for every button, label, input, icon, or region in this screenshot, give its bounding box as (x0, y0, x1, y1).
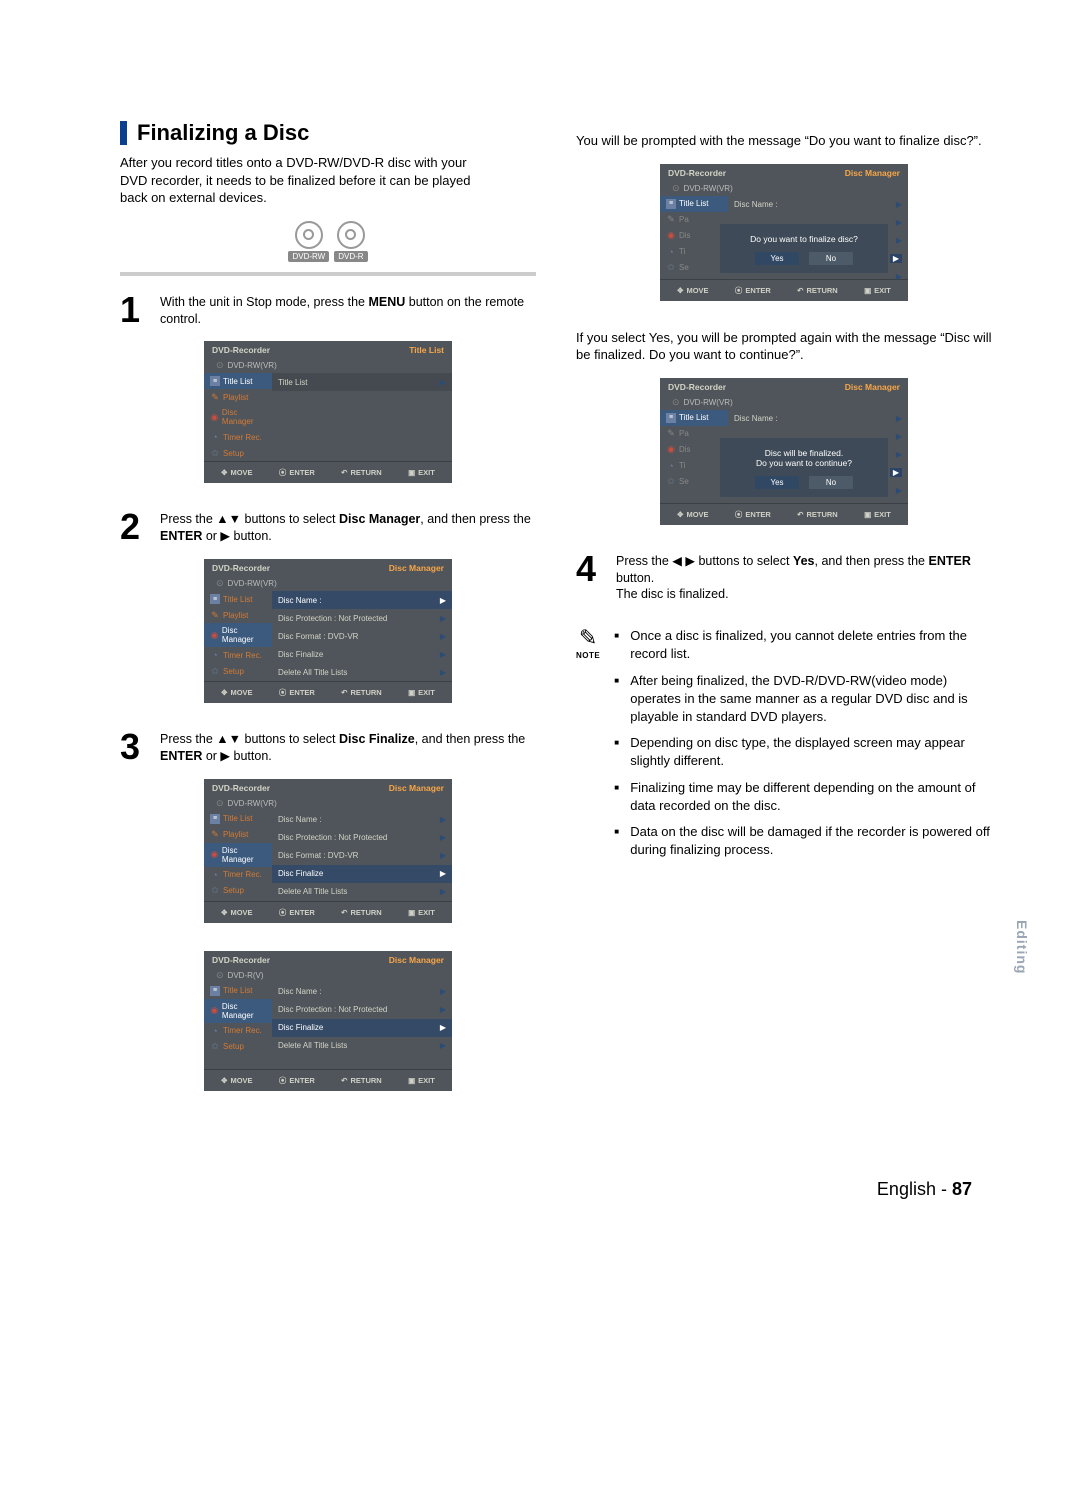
menu-row-disc-finalize: Disc Finalize▶ (272, 645, 452, 663)
menu-row-delete-all: Delete All Title Lists▶ (272, 883, 452, 901)
page-footer: English - 87 (120, 1179, 992, 1200)
step-1-number: 1 (120, 294, 150, 328)
section-title-bar (120, 121, 127, 145)
sidebar-item-setup: ✿Setup (204, 1039, 272, 1055)
menu-row-disc-protection: Disc Protection : Not Protected▶ (272, 609, 452, 627)
ui-screenshot-disc-finalize-rw: DVD-RecorderDisc Manager DVD-RW(VR) ≡Tit… (204, 779, 452, 923)
sidebar-item-title-list: ≡Title List (204, 811, 272, 827)
sidebar-item-title-list: ≡Title List (660, 196, 728, 212)
step-4: 4 Press the ◀ ▶ buttons to select Yes, a… (576, 553, 992, 604)
menu-row-disc-name: Disc Name :▶ (728, 410, 908, 428)
note-item: Once a disc is finalized, you cannot del… (614, 627, 992, 663)
ui-screenshot-disc-manager: DVD-RecorderDisc Manager DVD-RW(VR) ≡Tit… (204, 559, 452, 703)
note-item: Finalizing time may be different dependi… (614, 779, 992, 815)
disc-rw-label: DVD-RW (288, 251, 329, 262)
sidebar-item-timer-rec: ◔Timer Rec. (204, 1023, 272, 1039)
menu-row-delete-all: Delete All Title Lists▶ (272, 1037, 452, 1055)
sidebar-item-timer-rec: ◔Timer Rec. (204, 867, 272, 883)
note-item: After being finalized, the DVD-R/DVD-RW(… (614, 672, 992, 727)
ui-screenshot-title-list: DVD-RecorderTitle List DVD-RW(VR) ≡Title… (204, 341, 452, 483)
section-divider (120, 272, 536, 276)
sidebar-item-dis: ◉Dis (660, 228, 728, 244)
sidebar-item-title-list: ≡Title List (204, 591, 272, 607)
sidebar-item-playlist: ✎Playlist (204, 827, 272, 843)
sidebar-item-disc-manager: ◉Disc Manager (204, 843, 272, 867)
sidebar-item-disc-manager: ◉Disc Manager (204, 623, 272, 647)
right-col-para-1: You will be prompted with the message “D… (576, 132, 992, 150)
menu-row-title-list: Title List▶ (272, 373, 452, 391)
sidebar-item-dis: ◉Dis (660, 442, 728, 458)
sidebar-item-ti: ◔Ti (660, 244, 728, 260)
menu-row-disc-name: Disc Name :▶ (272, 983, 452, 1001)
sidebar-item-setup: ✿Setup (204, 883, 272, 899)
ui-screenshot-finalize-continue: DVD-RecorderDisc Manager DVD-RW(VR) ≡Tit… (660, 378, 908, 525)
section-title-text: Finalizing a Disc (137, 120, 309, 146)
menu-row-disc-protection: Disc Protection : Not Protected▶ (272, 1001, 452, 1019)
disc-r-label: DVD-R (334, 251, 367, 262)
menu-row-delete-all: Delete All Title Lists▶ (272, 663, 452, 681)
sidebar-item-title-list: ≡Title List (204, 983, 272, 999)
step-3-text: Press the ▲▼ buttons to select Disc Fina… (160, 731, 536, 765)
menu-row-disc-format: Disc Format : DVD-VR▶ (272, 847, 452, 865)
step-2-number: 2 (120, 511, 150, 545)
step-1: 1 With the unit in Stop mode, press the … (120, 294, 536, 328)
disc-r-icon (337, 221, 365, 249)
note-label: NOTE (576, 651, 600, 660)
note-icon: ✎ (576, 627, 600, 649)
sidebar-item-setup: ✿Setup (204, 663, 272, 679)
ui-screenshot-finalize-confirm: DVD-RecorderDisc Manager DVD-RW(VR) ≡Tit… (660, 164, 908, 301)
menu-row-disc-format: Disc Format : DVD-VR▶ (272, 627, 452, 645)
disc-badges: DVD-RW DVD-R (120, 221, 536, 262)
sidebar-item-title-list: ≡Title List (660, 410, 728, 426)
menu-row-disc-name: Disc Name :▶ (728, 196, 908, 214)
sidebar-item-pa: ✎Pa (660, 212, 728, 228)
menu-row-disc-name: Disc Name :▶ (272, 811, 452, 829)
sidebar-item-se: ✿Se (660, 260, 728, 276)
step-3: 3 Press the ▲▼ buttons to select Disc Fi… (120, 731, 536, 765)
sidebar-item-playlist: ✎Playlist (204, 607, 272, 623)
step-2-text: Press the ▲▼ buttons to select Disc Mana… (160, 511, 536, 545)
ui-screenshot-disc-finalize-r: DVD-RecorderDisc Manager DVD-R(V) ≡Title… (204, 951, 452, 1091)
sidebar-item-disc-manager: ◉Disc Manager (204, 405, 272, 429)
sidebar-item-playlist: ✎Playlist (204, 389, 272, 405)
note-block: ✎ NOTE Once a disc is finalized, you can… (576, 627, 992, 867)
step-1-text: With the unit in Stop mode, press the ME… (160, 294, 536, 328)
side-tab-editing: Editing (1014, 920, 1030, 974)
right-col-para-2: If you select Yes, you will be prompted … (576, 329, 992, 364)
disc-rw-icon (295, 221, 323, 249)
sidebar-item-timer-rec: ◔Timer Rec. (204, 647, 272, 663)
sidebar-item-pa: ✎Pa (660, 426, 728, 442)
step-3-number: 3 (120, 731, 150, 765)
menu-row-disc-finalize: Disc Finalize▶ (272, 865, 452, 883)
note-item: Data on the disc will be damaged if the … (614, 823, 992, 859)
menu-row-disc-protection: Disc Protection : Not Protected▶ (272, 829, 452, 847)
step-2: 2 Press the ▲▼ buttons to select Disc Ma… (120, 511, 536, 545)
menu-row-disc-finalize: Disc Finalize▶ (272, 1019, 452, 1037)
menu-row-disc-name: Disc Name :▶ (272, 591, 452, 609)
ui-footer: ✥ MOVE ⦿ ENTER ↶ RETURN ▣ EXIT (204, 461, 452, 483)
sidebar-item-se: ✿Se (660, 474, 728, 490)
section-intro: After you record titles onto a DVD-RW/DV… (120, 154, 480, 207)
step-4-text: Press the ◀ ▶ buttons to select Yes, and… (616, 553, 992, 604)
sidebar-item-disc-manager: ◉Disc Manager (204, 999, 272, 1023)
sidebar-item-setup: ✿Setup (204, 445, 272, 461)
sidebar-item-ti: ◔Ti (660, 458, 728, 474)
note-item: Depending on disc type, the displayed sc… (614, 734, 992, 770)
note-list: Once a disc is finalized, you cannot del… (614, 627, 992, 867)
sidebar-item-title-list: ≡Title List (204, 373, 272, 389)
sidebar-item-timer-rec: ◔Timer Rec. (204, 429, 272, 445)
section-title: Finalizing a Disc (120, 120, 536, 146)
step-4-number: 4 (576, 553, 606, 604)
